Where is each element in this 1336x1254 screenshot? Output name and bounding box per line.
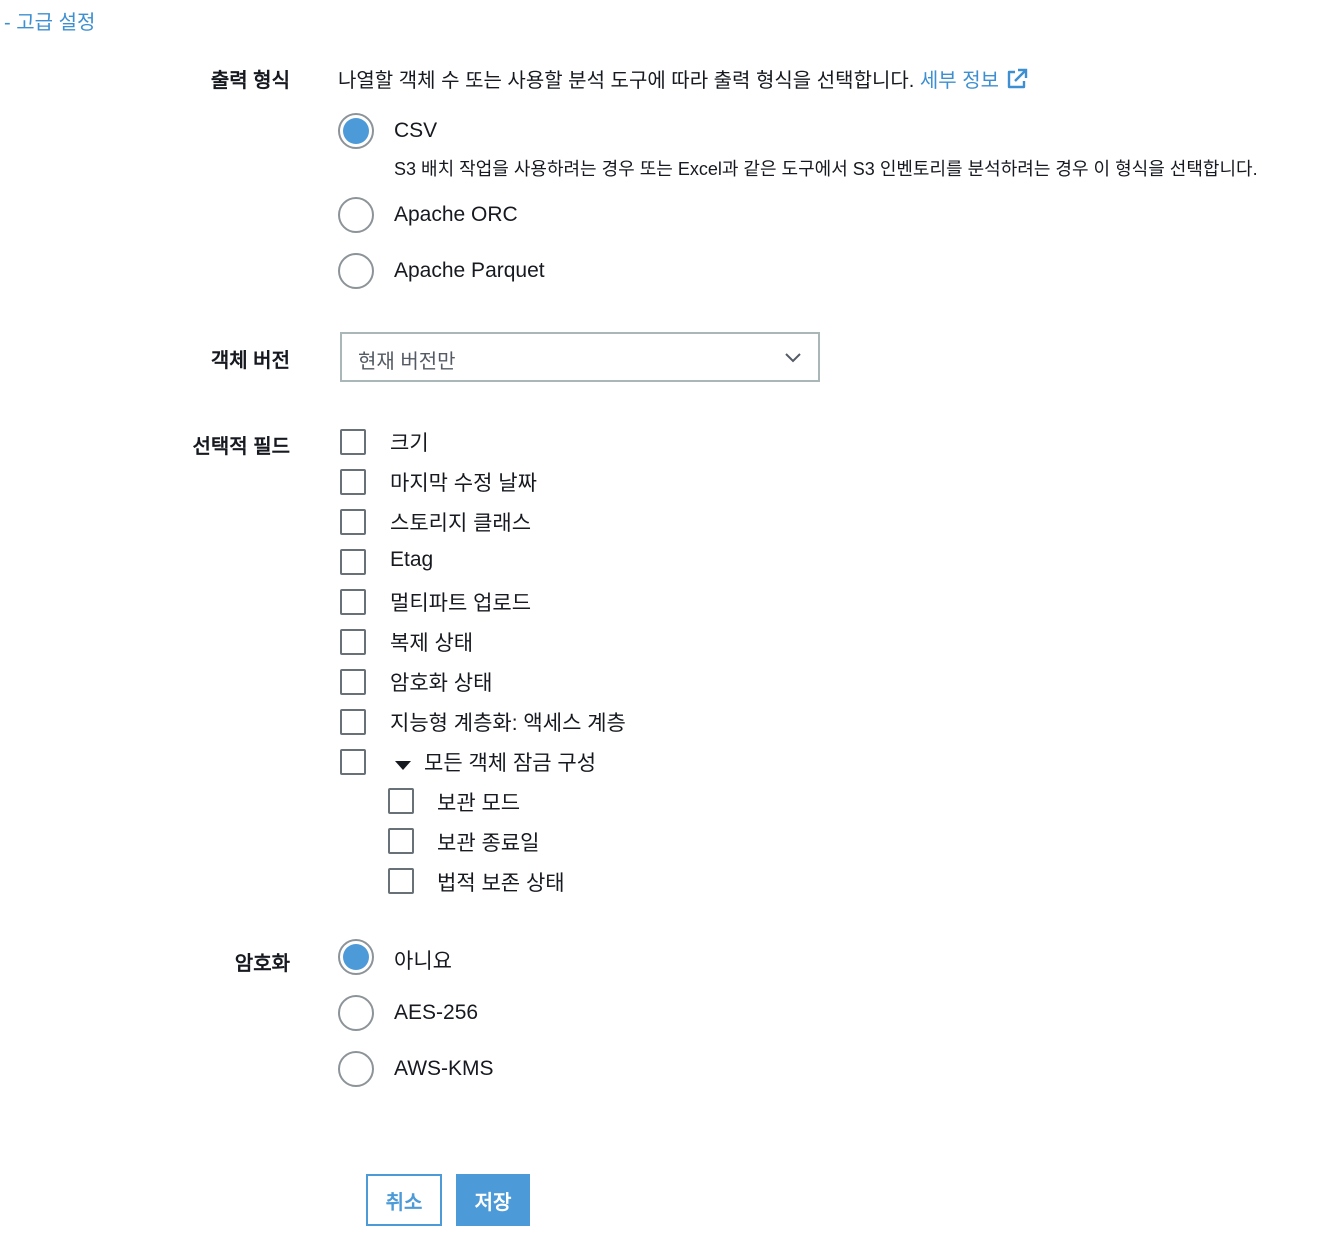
output-format-description: 나열할 객체 수 또는 사용할 분석 도구에 따라 출력 형식을 선택합니다. … xyxy=(338,64,1029,93)
field-replication-label[interactable]: 복제 상태 xyxy=(390,627,473,657)
encryption-none-label[interactable]: 아니요 xyxy=(394,945,452,975)
field-multipart-label[interactable]: 멀티파트 업로드 xyxy=(390,587,531,617)
field-encryption-status-checkbox[interactable] xyxy=(340,669,366,695)
field-intelligent-tiering-label[interactable]: 지능형 계층화: 액세스 계층 xyxy=(390,707,626,737)
field-last-modified-label[interactable]: 마지막 수정 날짜 xyxy=(390,467,537,497)
format-orc-label[interactable]: Apache ORC xyxy=(394,203,518,227)
field-retain-until-label[interactable]: 보관 종료일 xyxy=(437,827,539,857)
field-encryption-status-label[interactable]: 암호화 상태 xyxy=(390,667,492,697)
field-multipart-checkbox[interactable] xyxy=(340,589,366,615)
field-retention-mode-checkbox[interactable] xyxy=(388,788,414,814)
encryption-kms-label[interactable]: AWS-KMS xyxy=(394,1057,494,1081)
field-etag-checkbox[interactable] xyxy=(340,549,366,575)
output-format-description-text: 나열할 객체 수 또는 사용할 분석 도구에 따라 출력 형식을 선택합니다. xyxy=(338,70,915,92)
caret-down-icon[interactable] xyxy=(394,759,412,771)
field-storage-class-label[interactable]: 스토리지 클래스 xyxy=(390,507,531,537)
object-version-label: 객체 버전 xyxy=(210,350,290,372)
field-legal-hold-checkbox[interactable] xyxy=(388,868,414,894)
object-version-select[interactable]: 현재 버전만 xyxy=(340,332,820,382)
format-csv-radio[interactable] xyxy=(338,113,374,149)
info-link-label: 세부 정보 xyxy=(919,70,1000,92)
field-retention-mode-label[interactable]: 보관 모드 xyxy=(437,787,520,817)
object-version-value: 현재 버전만 xyxy=(358,351,456,373)
field-size-label[interactable]: 크기 xyxy=(390,427,429,457)
cancel-button[interactable]: 취소 xyxy=(366,1174,442,1226)
encryption-aes256-label[interactable]: AES-256 xyxy=(394,1001,478,1025)
encryption-kms-radio[interactable] xyxy=(338,1051,374,1087)
field-object-lock-checkbox[interactable] xyxy=(340,749,366,775)
output-format-label: 출력 형식 xyxy=(210,70,290,92)
format-orc-radio[interactable] xyxy=(338,197,374,233)
field-intelligent-tiering-checkbox[interactable] xyxy=(340,709,366,735)
encryption-label: 암호화 xyxy=(234,953,290,975)
field-last-modified-checkbox[interactable] xyxy=(340,469,366,495)
optional-fields-label: 선택적 필드 xyxy=(192,436,290,458)
encryption-aes256-radio[interactable] xyxy=(338,995,374,1031)
field-etag-label[interactable]: Etag xyxy=(390,548,433,572)
save-button[interactable]: 저장 xyxy=(456,1174,530,1226)
format-csv-label[interactable]: CSV xyxy=(394,119,437,143)
format-parquet-label[interactable]: Apache Parquet xyxy=(394,259,545,283)
field-replication-checkbox[interactable] xyxy=(340,629,366,655)
field-retain-until-checkbox[interactable] xyxy=(388,828,414,854)
field-object-lock-label[interactable]: 모든 객체 잠금 구성 xyxy=(424,747,596,777)
encryption-none-radio[interactable] xyxy=(338,939,374,975)
field-legal-hold-label[interactable]: 법적 보존 상태 xyxy=(437,867,565,897)
field-size-checkbox[interactable] xyxy=(340,429,366,455)
chevron-down-icon xyxy=(785,353,801,363)
external-link-icon xyxy=(1007,68,1028,89)
info-link[interactable]: 세부 정보 xyxy=(919,68,1029,92)
format-parquet-radio[interactable] xyxy=(338,253,374,289)
format-csv-description: S3 배치 작업을 사용하려는 경우 또는 Excel과 같은 도구에서 S3 … xyxy=(394,159,1258,179)
field-storage-class-checkbox[interactable] xyxy=(340,509,366,535)
advanced-settings-toggle[interactable]: - 고급 설정 xyxy=(4,6,95,35)
